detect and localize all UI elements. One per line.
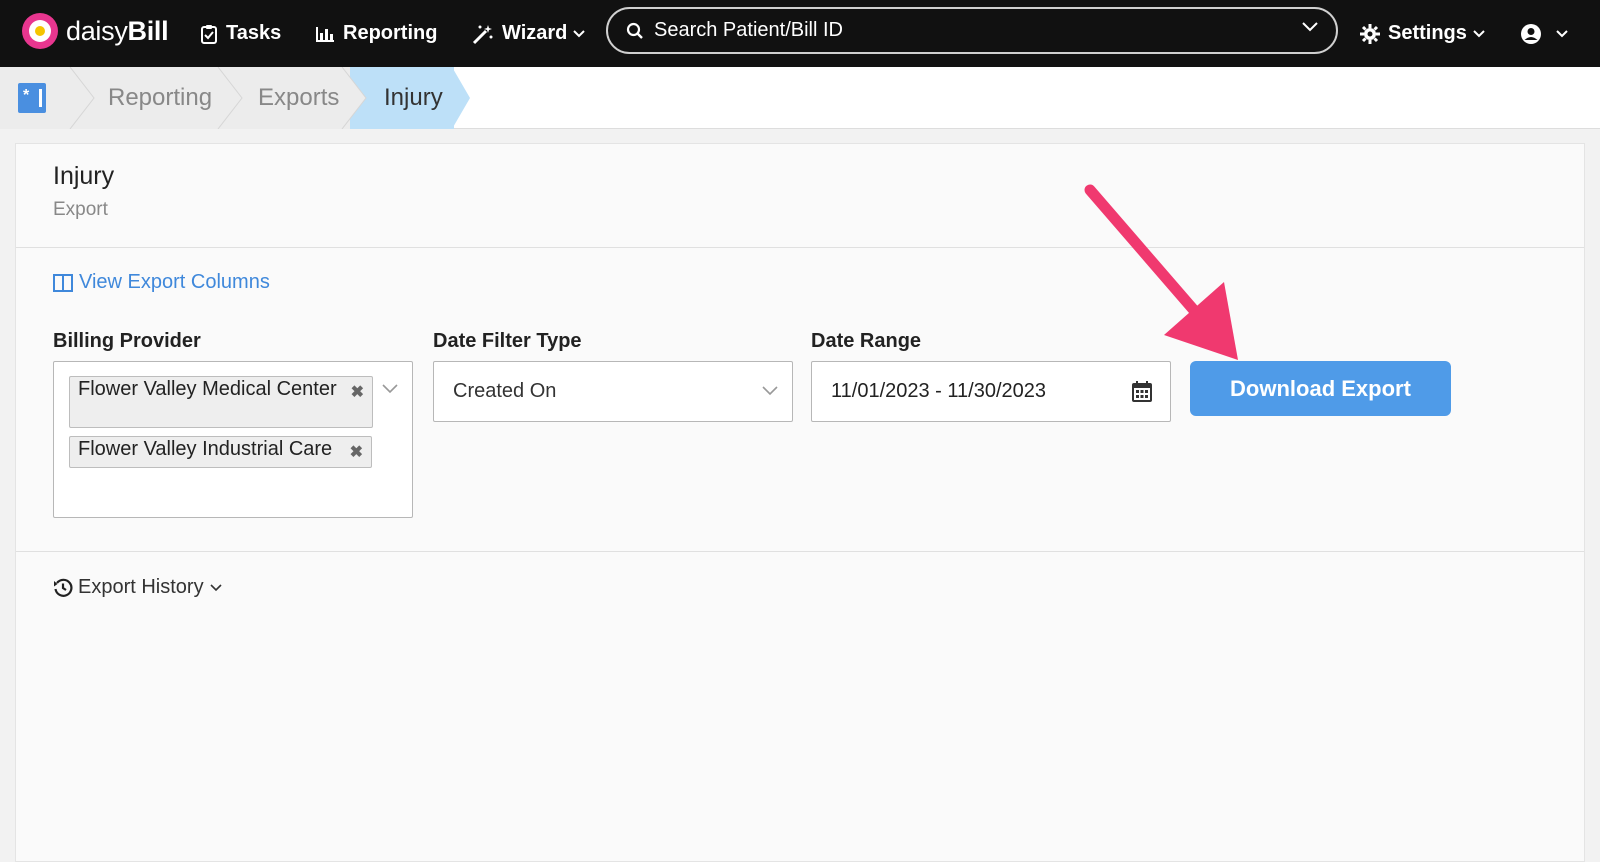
clipboard-check-icon bbox=[201, 24, 217, 44]
billing-provider-multiselect[interactable]: Flower Valley Medical Center ✖ Flower Va… bbox=[53, 361, 413, 518]
export-card: Injury Export View Export Columns Billin… bbox=[15, 143, 1585, 862]
nav-settings-label: Settings bbox=[1388, 22, 1467, 44]
chevron-down-icon bbox=[210, 583, 222, 591]
nav-tasks[interactable]: Tasks bbox=[200, 0, 281, 67]
nav-reporting-label: Reporting bbox=[343, 22, 438, 44]
nav-reporting[interactable]: Reporting bbox=[315, 0, 437, 67]
breadcrumb: Reporting Exports Injury bbox=[0, 67, 1600, 129]
nav-wizard-label: Wizard bbox=[502, 22, 568, 44]
search-icon bbox=[626, 22, 643, 39]
provider-chip: Flower Valley Industrial Care ✖ bbox=[69, 436, 372, 468]
billing-provider-label: Billing Provider bbox=[53, 330, 201, 352]
date-range-value: 11/01/2023 - 11/30/2023 bbox=[831, 380, 1046, 402]
export-history-label: Export History bbox=[78, 576, 204, 598]
view-export-columns-link[interactable]: View Export Columns bbox=[53, 271, 270, 294]
provider-chip-label: Flower Valley Industrial Care bbox=[78, 438, 333, 460]
page-subtitle: Export bbox=[53, 199, 108, 220]
date-filter-type-value: Created On bbox=[453, 380, 557, 402]
provider-chip-label: Flower Valley Medical Center bbox=[78, 378, 337, 400]
gear-icon bbox=[1360, 23, 1380, 44]
remove-chip-icon[interactable]: ✖ bbox=[351, 383, 364, 403]
date-range-label: Date Range bbox=[811, 330, 922, 352]
divider bbox=[16, 247, 1584, 248]
chevron-down-icon bbox=[1473, 29, 1485, 37]
nav-tasks-label: Tasks bbox=[226, 22, 282, 44]
user-circle-icon bbox=[1521, 23, 1541, 44]
divider bbox=[16, 551, 1584, 552]
nav-wizard[interactable]: Wizard bbox=[472, 0, 593, 67]
chevron-down-icon bbox=[1556, 29, 1568, 37]
history-icon bbox=[54, 578, 73, 597]
columns-icon bbox=[53, 273, 73, 292]
annotation-arrow bbox=[1084, 184, 1238, 360]
magic-wand-icon bbox=[472, 24, 493, 44]
date-filter-type-select[interactable]: Created On bbox=[433, 361, 793, 422]
search-placeholder: Search Patient/Bill ID bbox=[654, 19, 843, 41]
chevron-down-icon bbox=[573, 29, 586, 37]
brand-logo[interactable]: daisyBill bbox=[22, 13, 169, 49]
bar-chart-icon bbox=[316, 26, 334, 42]
breadcrumb-separators bbox=[69, 67, 470, 129]
provider-chip: Flower Valley Medical Center ✖ bbox=[69, 376, 373, 428]
calendar-icon[interactable] bbox=[1132, 380, 1152, 402]
search-bar[interactable]: Search Patient/Bill ID bbox=[606, 7, 1338, 54]
export-history-toggle[interactable]: Export History bbox=[53, 576, 227, 599]
top-nav-bar: daisyBill Tasks Reporting Wizard Search … bbox=[0, 0, 1600, 67]
page-title: Injury bbox=[53, 162, 115, 190]
chevron-down-icon[interactable] bbox=[382, 384, 398, 394]
chevron-down-icon[interactable] bbox=[1302, 22, 1318, 32]
chevron-down-icon bbox=[762, 386, 778, 396]
user-menu[interactable] bbox=[1520, 0, 1576, 67]
nav-settings[interactable]: Settings bbox=[1360, 0, 1493, 67]
brand-name: daisyBill bbox=[66, 15, 169, 46]
daisy-flower-icon bbox=[22, 13, 58, 49]
view-export-columns-label: View Export Columns bbox=[79, 271, 270, 293]
remove-chip-icon[interactable]: ✖ bbox=[350, 443, 363, 463]
date-filter-type-label: Date Filter Type bbox=[433, 330, 582, 352]
